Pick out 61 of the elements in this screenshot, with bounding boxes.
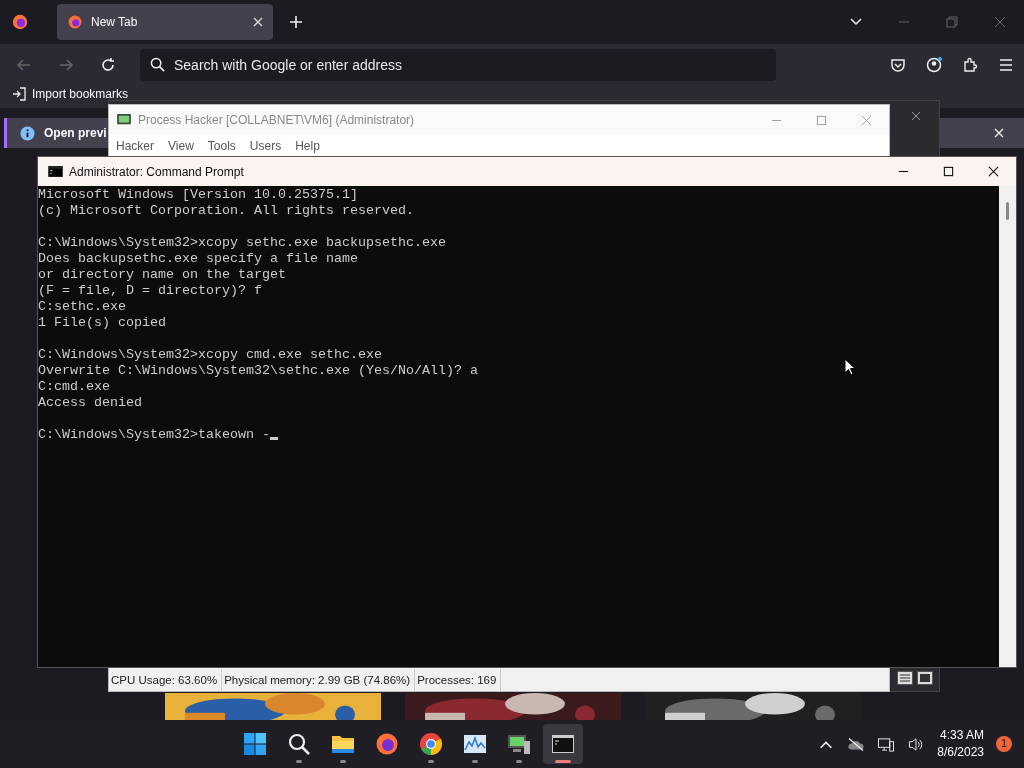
windows-icon — [242, 732, 267, 756]
search-icon — [286, 732, 311, 756]
firefox-icon — [67, 14, 83, 30]
status-text: Processes: 169 — [415, 669, 502, 691]
window-title: Administrator: Command Prompt — [69, 164, 244, 179]
console-line: C:cmd.exe — [38, 379, 110, 395]
menu-item[interactable]: Tools — [207, 139, 236, 153]
network-icon[interactable] — [877, 736, 896, 752]
menu-item[interactable]: Users — [249, 139, 282, 153]
console-line: C:\Windows\System32>xcopy sethc.exe backupsethc.exe — [38, 235, 446, 251]
account-icon[interactable] — [926, 57, 942, 73]
firefox-icon[interactable] — [11, 13, 29, 31]
window-title: Process Hacker [COLLABNET\VM6] (Administrator) — [138, 113, 415, 127]
console-line: 1 File(s) copied — [38, 315, 166, 331]
scroll-thumb[interactable] — [1006, 202, 1009, 220]
info-icon — [20, 125, 35, 141]
text-cursor — [269, 437, 278, 440]
terminal-icon — [550, 732, 575, 756]
forward-icon[interactable] — [58, 57, 74, 73]
import-icon — [12, 87, 26, 101]
status-text: CPU Usage: 63.60% — [109, 669, 223, 691]
close-icon[interactable] — [988, 166, 999, 177]
mouse-pointer-icon — [844, 358, 856, 376]
reload-icon[interactable] — [100, 57, 116, 73]
console-line: (c) Microsoft Corporation. All rights reserved. — [38, 203, 414, 219]
console-line: C:sethc.exe — [38, 299, 126, 315]
console-icon — [48, 166, 63, 177]
menu-item[interactable]: Hacker — [116, 139, 154, 153]
console-line: (F = file, D = directory)? f — [38, 283, 262, 299]
notification-badge[interactable]: 1 — [996, 736, 1012, 752]
console-line: or directory name on the target — [38, 267, 286, 283]
list-view-icon[interactable] — [897, 671, 913, 685]
app-icon — [117, 114, 131, 126]
notification-text: Open previ — [44, 126, 107, 140]
extensions-icon[interactable] — [962, 57, 978, 73]
menu-item[interactable]: View — [168, 139, 194, 153]
bookmark-item[interactable]: Import bookmarks — [12, 87, 129, 101]
console-line: Access denied — [38, 395, 142, 411]
taskbar-button[interactable] — [542, 724, 583, 764]
menu-icon[interactable] — [998, 57, 1014, 73]
firefox-icon — [374, 732, 399, 756]
back-icon[interactable] — [16, 57, 32, 73]
maximize-icon[interactable] — [943, 166, 954, 177]
console-input[interactable]: C:\Windows\System32>takeown - — [38, 427, 270, 442]
console-line: Microsoft Windows [Version 10.0.25375.1] — [38, 187, 358, 203]
computer-icon — [506, 732, 531, 756]
cloud-off-icon[interactable] — [847, 736, 866, 752]
search-icon — [150, 57, 165, 72]
chrome-icon — [418, 732, 443, 756]
menu-item[interactable]: Help — [295, 139, 320, 153]
console-line: Does backupsethc.exe specify a file name — [38, 251, 358, 267]
pocket-icon[interactable] — [890, 57, 906, 73]
address-field[interactable]: Search with Google or enter address — [140, 49, 776, 81]
window-view-icon[interactable] — [917, 671, 933, 685]
chart-icon — [462, 732, 487, 756]
clock[interactable]: 4:33 AM 8/6/2023 — [937, 727, 984, 761]
console-line: Overwrite C:\Windows\System32\sethc.exe (Yes/No/All)? a — [38, 363, 478, 379]
console-line: C:\Windows\System32>xcopy cmd.exe sethc.exe — [38, 347, 382, 363]
new-tab-icon[interactable] — [289, 15, 303, 29]
browser-tab[interactable]: New Tab — [57, 4, 273, 40]
status-text: Physical memory: 2.99 GB (74.86%) — [222, 669, 416, 691]
